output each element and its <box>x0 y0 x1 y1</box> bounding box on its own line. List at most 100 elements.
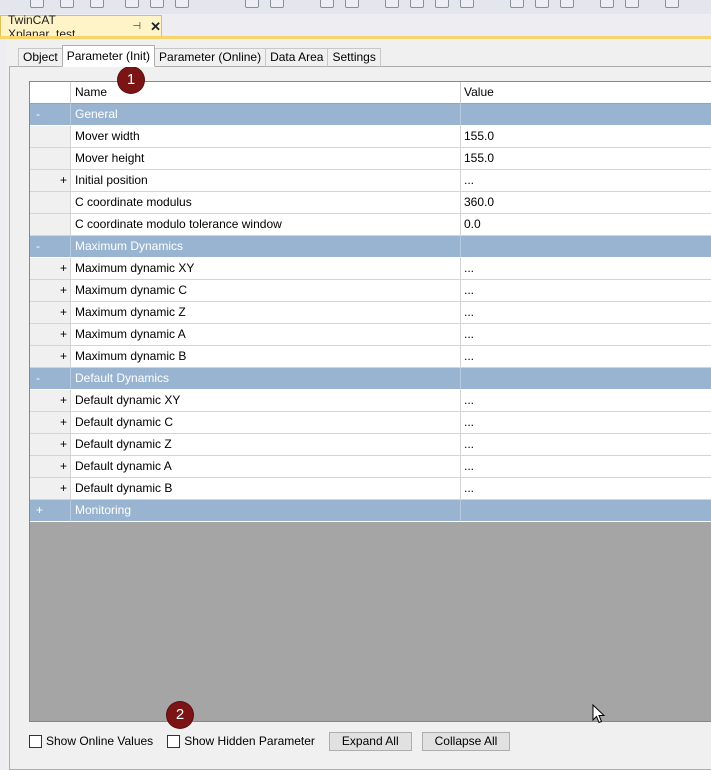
expand-toggle <box>30 192 71 214</box>
expand-toggle[interactable]: + <box>30 258 71 280</box>
parameter-name: Maximum dynamic Z <box>71 302 461 324</box>
toolbar-button-icon[interactable] <box>435 0 449 8</box>
bottom-toolbar: Show Online Values Show Hidden Parameter… <box>29 731 520 751</box>
group-row[interactable]: - General <box>30 104 711 126</box>
checkbox-box[interactable] <box>29 734 42 748</box>
parameter-row[interactable]: + Maximum dynamic A... <box>30 324 711 346</box>
parameter-row[interactable]: + Maximum dynamic Z... <box>30 302 711 324</box>
collapse-all-button[interactable]: Collapse All <box>421 731 511 751</box>
parameter-name: Maximum dynamic C <box>71 280 461 302</box>
toolbar-button-icon[interactable] <box>245 0 259 8</box>
toolbar-button-icon[interactable] <box>510 0 524 8</box>
group-value <box>461 368 711 390</box>
parameter-value[interactable]: 0.0 <box>461 214 711 236</box>
close-icon[interactable]: ✕ <box>150 19 161 35</box>
parameter-row[interactable]: Mover height 155.0 <box>30 148 711 170</box>
parameter-name: Default dynamic B <box>71 478 461 500</box>
group-row[interactable]: - Default Dynamics <box>30 368 711 390</box>
parameter-row[interactable]: + Default dynamic B... <box>30 478 711 500</box>
toolbar-button-icon[interactable] <box>410 0 424 8</box>
parameter-value[interactable]: ... <box>461 390 711 412</box>
parameter-value[interactable]: 360.0 <box>461 192 711 214</box>
tab-parameter-online[interactable]: Parameter (Online) <box>154 48 267 67</box>
expand-toggle[interactable]: + <box>30 390 71 412</box>
expand-toggle[interactable]: + <box>30 346 71 368</box>
toolbar-button-icon[interactable] <box>535 0 549 8</box>
parameter-name: Default dynamic A <box>71 456 461 478</box>
parameter-row[interactable]: C coordinate modulo tolerance window 0.0 <box>30 214 711 236</box>
parameter-row[interactable]: + Default dynamic Z... <box>30 434 711 456</box>
expand-toggle <box>30 126 71 148</box>
expand-toggle[interactable]: + <box>30 302 71 324</box>
expand-all-button[interactable]: Expand All <box>328 731 412 751</box>
expand-toggle[interactable]: + <box>30 434 71 456</box>
toolbar-button-icon[interactable] <box>625 0 639 8</box>
group-toggle[interactable]: - <box>30 104 71 126</box>
parameter-row[interactable]: Mover width 155.0 <box>30 126 711 148</box>
parameter-value[interactable]: ... <box>461 324 711 346</box>
parameter-value[interactable]: ... <box>461 478 711 500</box>
group-toggle[interactable]: - <box>30 236 71 258</box>
parameter-value[interactable]: ... <box>461 258 711 280</box>
parameter-row[interactable]: + Maximum dynamic B... <box>30 346 711 368</box>
toolbar-button-icon[interactable] <box>560 0 574 8</box>
parameter-value[interactable]: ... <box>461 302 711 324</box>
toolbar-button-icon[interactable] <box>175 0 189 8</box>
toolbar-button-icon[interactable] <box>320 0 334 8</box>
toolbar-button-icon[interactable] <box>345 0 359 8</box>
parameter-value[interactable]: 155.0 <box>461 148 711 170</box>
parameter-row[interactable]: + Default dynamic A... <box>30 456 711 478</box>
expand-toggle[interactable]: + <box>30 324 71 346</box>
toolbar-button-icon[interactable] <box>600 0 614 8</box>
parameter-row[interactable]: C coordinate modulus 360.0 <box>30 192 711 214</box>
toolbar-button-icon[interactable] <box>150 0 164 8</box>
parameter-name: C coordinate modulo tolerance window <box>71 214 461 236</box>
parameter-value[interactable]: ... <box>461 456 711 478</box>
parameter-row[interactable]: + Default dynamic XY... <box>30 390 711 412</box>
step-marker-2: 2 <box>167 702 193 728</box>
tab-settings[interactable]: Settings <box>327 48 381 67</box>
parameter-name: Mover height <box>71 148 461 170</box>
toolbar-button-icon[interactable] <box>270 0 284 8</box>
column-header-value[interactable]: Value <box>461 82 711 104</box>
expand-toggle[interactable]: + <box>30 170 71 192</box>
parameter-grid[interactable]: Name Value - General Mover width 155.0 Mover… <box>29 81 711 722</box>
parameter-value[interactable]: ... <box>461 280 711 302</box>
group-toggle[interactable]: - <box>30 368 71 390</box>
parameter-row[interactable]: + Default dynamic C... <box>30 412 711 434</box>
tab-parameter-init[interactable]: Parameter (Init) <box>61 45 156 67</box>
checkbox-box[interactable] <box>167 734 181 748</box>
tab-object[interactable]: Object <box>18 48 63 67</box>
toolbar-button-icon[interactable] <box>30 0 44 8</box>
expand-toggle[interactable]: + <box>30 280 71 302</box>
group-row[interactable]: + Monitoring <box>30 500 711 522</box>
parameter-name: Maximum dynamic A <box>71 324 461 346</box>
expand-toggle[interactable]: + <box>30 412 71 434</box>
expand-toggle <box>30 148 71 170</box>
parameter-value[interactable]: ... <box>461 434 711 456</box>
expand-toggle[interactable]: + <box>30 478 71 500</box>
parameter-row[interactable]: + Maximum dynamic XY... <box>30 258 711 280</box>
tab-data-area[interactable]: Data Area <box>265 48 329 67</box>
document-tab[interactable]: TwinCAT Xplanar_test ⊣ ✕ <box>0 13 162 41</box>
show-online-values-checkbox[interactable]: Show Online Values <box>29 734 153 748</box>
toolbar-button-icon[interactable] <box>460 0 474 8</box>
toolbar-button-icon[interactable] <box>125 0 139 8</box>
toolbar-button-icon[interactable] <box>665 0 679 8</box>
group-value <box>461 236 711 258</box>
toolbar-button-icon[interactable] <box>60 0 74 8</box>
show-hidden-parameter-checkbox[interactable]: Show Hidden Parameter <box>167 734 315 748</box>
parameter-name: Mover width <box>71 126 461 148</box>
group-toggle[interactable]: + <box>30 500 71 522</box>
pin-icon[interactable]: ⊣ <box>132 21 141 32</box>
parameter-value[interactable]: ... <box>461 412 711 434</box>
toolbar-button-icon[interactable] <box>385 0 399 8</box>
parameter-row[interactable]: + Maximum dynamic C... <box>30 280 711 302</box>
toolbar-button-icon[interactable] <box>90 0 104 8</box>
expand-toggle[interactable]: + <box>30 456 71 478</box>
parameter-value[interactable]: ... <box>461 170 711 192</box>
parameter-value[interactable]: ... <box>461 346 711 368</box>
parameter-row[interactable]: + Initial position... <box>30 170 711 192</box>
group-row[interactable]: - Maximum Dynamics <box>30 236 711 258</box>
parameter-value[interactable]: 155.0 <box>461 126 711 148</box>
